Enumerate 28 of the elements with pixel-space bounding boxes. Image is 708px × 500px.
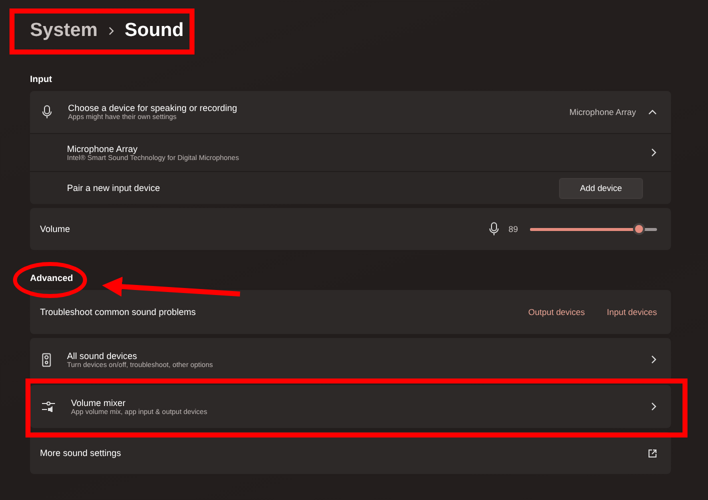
device-name: Microphone Array <box>67 144 139 154</box>
microphone-icon <box>42 105 52 119</box>
mixer-icon <box>42 401 55 412</box>
selected-device: Microphone Array <box>569 107 636 117</box>
row-title: Choose a device for speaking or recording <box>68 103 238 113</box>
volume-label: Volume <box>40 224 72 234</box>
chevron-right-icon <box>651 148 657 157</box>
speaker-icon <box>42 352 51 366</box>
row-title: Pair a new input device <box>67 183 162 193</box>
row-title: Volume mixer <box>71 398 127 408</box>
row-title: All sound devices <box>67 350 138 360</box>
section-heading: Advanced <box>30 273 74 283</box>
chevron-right-icon <box>651 355 657 364</box>
row-title: More sound settings <box>40 448 122 458</box>
slider-thumb[interactable] <box>633 223 646 235</box>
breadcrumb-item: Sound <box>124 20 184 42</box>
add-device-button[interactable]: Add device <box>559 178 643 198</box>
volume-slider[interactable] <box>530 223 657 235</box>
link[interactable]: Output devices <box>528 307 585 317</box>
row-title: Troubleshoot common sound problems <box>40 307 197 317</box>
link[interactable]: Input devices <box>606 307 657 317</box>
chevron-right-icon <box>108 26 115 36</box>
microphone-icon <box>488 222 499 236</box>
breadcrumb-item[interactable]: System <box>30 20 98 42</box>
chevron-right-icon <box>651 402 657 411</box>
volume-value: 89 <box>508 224 518 234</box>
section-heading: Input <box>30 74 53 84</box>
external-link-icon <box>648 448 657 458</box>
